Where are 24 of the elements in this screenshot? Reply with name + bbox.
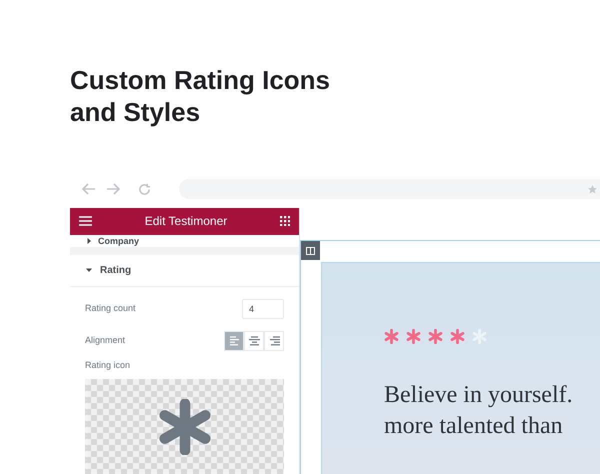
quote-text: more talented than <box>384 412 563 441</box>
field-label: Alignment <box>85 334 126 347</box>
alignment-button[interactable] <box>264 330 284 350</box>
page-heading: Custom Rating Icons <box>70 64 330 96</box>
section-header[interactable]: Rating <box>70 254 299 286</box>
grid-icon[interactable] <box>280 216 290 226</box>
section-header[interactable]: Company <box>70 234 299 248</box>
columns-icon <box>306 246 315 254</box>
quote-text: Believe in yourself. <box>384 381 573 410</box>
menu-icon[interactable] <box>79 216 92 226</box>
panel-title: Edit Testimoner <box>144 213 228 230</box>
column-handle[interactable] <box>301 241 320 260</box>
align-center-icon <box>248 336 260 346</box>
align-right-icon <box>268 336 280 346</box>
align-left-icon <box>228 336 240 346</box>
star-icon[interactable] <box>588 184 597 194</box>
rating-count-field[interactable]: 4 <box>242 298 284 318</box>
page-heading: and Styles <box>70 96 200 128</box>
field-label: Rating count <box>85 302 136 315</box>
alignment-button[interactable] <box>244 330 264 350</box>
icon-preview[interactable] <box>85 379 284 474</box>
field-label: Rating icon <box>85 358 130 372</box>
asterisk-icon <box>156 398 212 454</box>
alignment-button[interactable] <box>224 330 244 350</box>
